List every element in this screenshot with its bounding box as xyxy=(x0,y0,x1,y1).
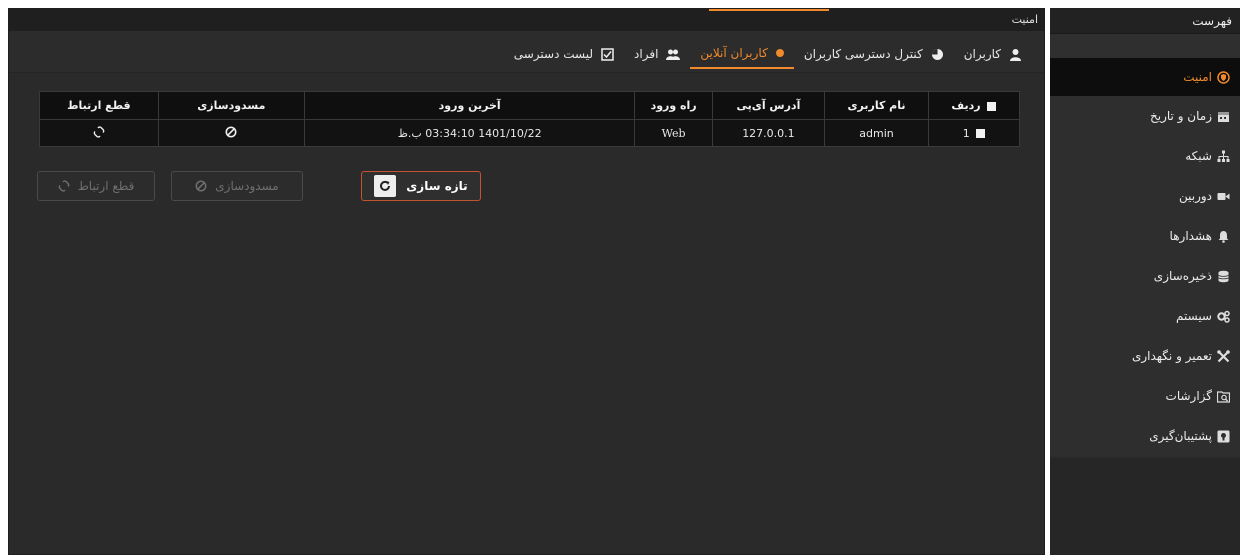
tab-label: کاربران آنلاین xyxy=(700,46,768,60)
online-users-table: ردیف نام کاربری آدرس آی‌پی راه ورود آخری… xyxy=(39,91,1021,147)
cell-username: admin xyxy=(824,119,929,147)
tab-access-control[interactable]: کنترل دسترسی کاربران xyxy=(794,39,954,69)
cell-row: 1 xyxy=(927,119,1021,147)
sidebar-item-network[interactable]: شبکه xyxy=(1050,136,1240,176)
table-row: 1 admin 127.0.0.1 Web 1401/10/22 03:34:1… xyxy=(39,119,1021,147)
tabs-bar: کاربران کنترل دسترسی کاربران کاربران آنل… xyxy=(9,31,1044,73)
sidebar-item-maintenance[interactable]: تعمیر و نگهداری xyxy=(1050,336,1240,376)
header-username: نام کاربری xyxy=(824,91,929,120)
sidebar-item-reports[interactable]: گزارشات xyxy=(1050,376,1240,416)
calendar-icon xyxy=(1216,109,1230,123)
cell-disconnect xyxy=(39,119,159,147)
refresh-button[interactable]: تازه سازی xyxy=(361,171,481,201)
sidebar-item-datetime[interactable]: زمان و تاریخ xyxy=(1050,96,1240,136)
header-last-login: آخرین ورود xyxy=(303,91,636,120)
cell-block xyxy=(157,119,305,147)
accent-line xyxy=(709,9,829,11)
cell-via: Web xyxy=(634,119,713,147)
disconnect-button-label: قطع ارتباط xyxy=(77,179,135,193)
sidebar-item-alarms[interactable]: هشدارها xyxy=(1050,216,1240,256)
report-search-icon xyxy=(1216,389,1230,403)
sidebar-item-label: تعمیر و نگهداری xyxy=(1131,349,1212,363)
sidebar-item-label: ذخیره‌سازی xyxy=(1153,269,1212,283)
sidebar-title: فهرست xyxy=(1050,8,1240,34)
main-panel: امنیت کاربران کنترل دسترسی کاربران کاربر… xyxy=(8,8,1045,555)
sidebar-item-camera[interactable]: دوربین xyxy=(1050,176,1240,216)
cell-last-login: 1401/10/22 03:34:10 ب.ظ xyxy=(303,119,636,147)
row-checkbox[interactable] xyxy=(976,129,986,138)
tab-users[interactable]: کاربران xyxy=(954,39,1032,69)
sidebar-item-label: پشتیبان‌گیری xyxy=(1149,429,1212,443)
tabs: کاربران کنترل دسترسی کاربران کاربران آنل… xyxy=(504,39,1032,69)
tab-online-users[interactable]: کاربران آنلاین xyxy=(690,39,794,69)
sidebar-spacer xyxy=(1050,34,1240,58)
bell-icon xyxy=(1216,229,1230,243)
action-bar: تازه سازی مسدودسازی قطع ارتباط xyxy=(37,171,481,201)
shield-icon xyxy=(1216,70,1230,84)
dot-icon xyxy=(775,49,784,57)
sidebar-item-label: دوربین xyxy=(1178,189,1212,203)
camera-icon xyxy=(1216,189,1230,203)
table-header-row: ردیف نام کاربری آدرس آی‌پی راه ورود آخری… xyxy=(39,91,1021,120)
sidebar-item-backup[interactable]: پشتیبان‌گیری xyxy=(1050,416,1240,456)
checklist-icon xyxy=(601,47,614,61)
tab-label: افراد xyxy=(634,47,659,61)
page-title: امنیت xyxy=(1011,13,1038,26)
header-block: مسدودسازی xyxy=(157,91,305,120)
header-via: راه ورود xyxy=(634,91,713,120)
header-ip: آدرس آی‌پی xyxy=(711,91,826,120)
tab-label: کاربران xyxy=(963,47,1001,61)
sidebar-item-label: شبکه xyxy=(1185,149,1212,163)
header-row-cell[interactable]: ردیف xyxy=(927,91,1021,120)
tools-icon xyxy=(1216,349,1230,363)
block-icon[interactable] xyxy=(225,126,237,141)
block-button-label: مسدودسازی xyxy=(215,179,279,193)
sidebar-item-label: زمان و تاریخ xyxy=(1150,109,1212,123)
row-number: 1 xyxy=(962,126,970,140)
disconnect-button[interactable]: قطع ارتباط xyxy=(37,171,155,201)
unlink-icon xyxy=(58,180,70,192)
tab-people[interactable]: افراد xyxy=(624,39,690,69)
pie-icon xyxy=(931,48,944,61)
sidebar-item-system[interactable]: سیستم xyxy=(1050,296,1240,336)
sidebar-item-label: هشدارها xyxy=(1169,229,1212,243)
online-users-table-wrap: ردیف نام کاربری آدرس آی‌پی راه ورود آخری… xyxy=(39,91,1021,147)
user-icon xyxy=(1009,48,1022,61)
tab-label: لیست دسترسی xyxy=(513,47,594,61)
tab-label: کنترل دسترسی کاربران xyxy=(803,47,923,61)
people-icon xyxy=(666,48,681,61)
sidebar-item-storage[interactable]: ذخیره‌سازی xyxy=(1050,256,1240,296)
block-icon xyxy=(195,180,207,192)
sidebar-item-security[interactable]: امنیت xyxy=(1050,58,1240,96)
network-icon xyxy=(1216,149,1230,163)
header-disconnect: قطع ارتباط xyxy=(39,91,159,120)
refresh-label: تازه سازی xyxy=(406,179,468,193)
select-all-checkbox[interactable] xyxy=(987,101,997,111)
unlink-icon[interactable] xyxy=(93,125,105,141)
database-icon xyxy=(1216,269,1230,283)
sidebar-item-label: گزارشات xyxy=(1165,389,1212,403)
sidebar-item-label: امنیت xyxy=(1183,70,1212,84)
main-titlebar: امنیت xyxy=(9,9,1044,31)
block-button[interactable]: مسدودسازی xyxy=(171,171,303,201)
sidebar-item-label: سیستم xyxy=(1176,309,1212,323)
tab-access-list[interactable]: لیست دسترسی xyxy=(504,39,624,69)
sidebar: فهرست امنیت زمان و تاریخ شبکه دوربین هشد… xyxy=(1050,8,1240,555)
backup-icon xyxy=(1216,429,1230,443)
header-label: ردیف xyxy=(951,99,981,112)
refresh-icon xyxy=(374,175,397,197)
cell-ip: 127.0.0.1 xyxy=(711,119,826,147)
gears-icon xyxy=(1216,309,1230,323)
sidebar-list: امنیت زمان و تاریخ شبکه دوربین هشدارها ذ… xyxy=(1050,58,1240,456)
sidebar-footer-area xyxy=(1050,458,1240,555)
